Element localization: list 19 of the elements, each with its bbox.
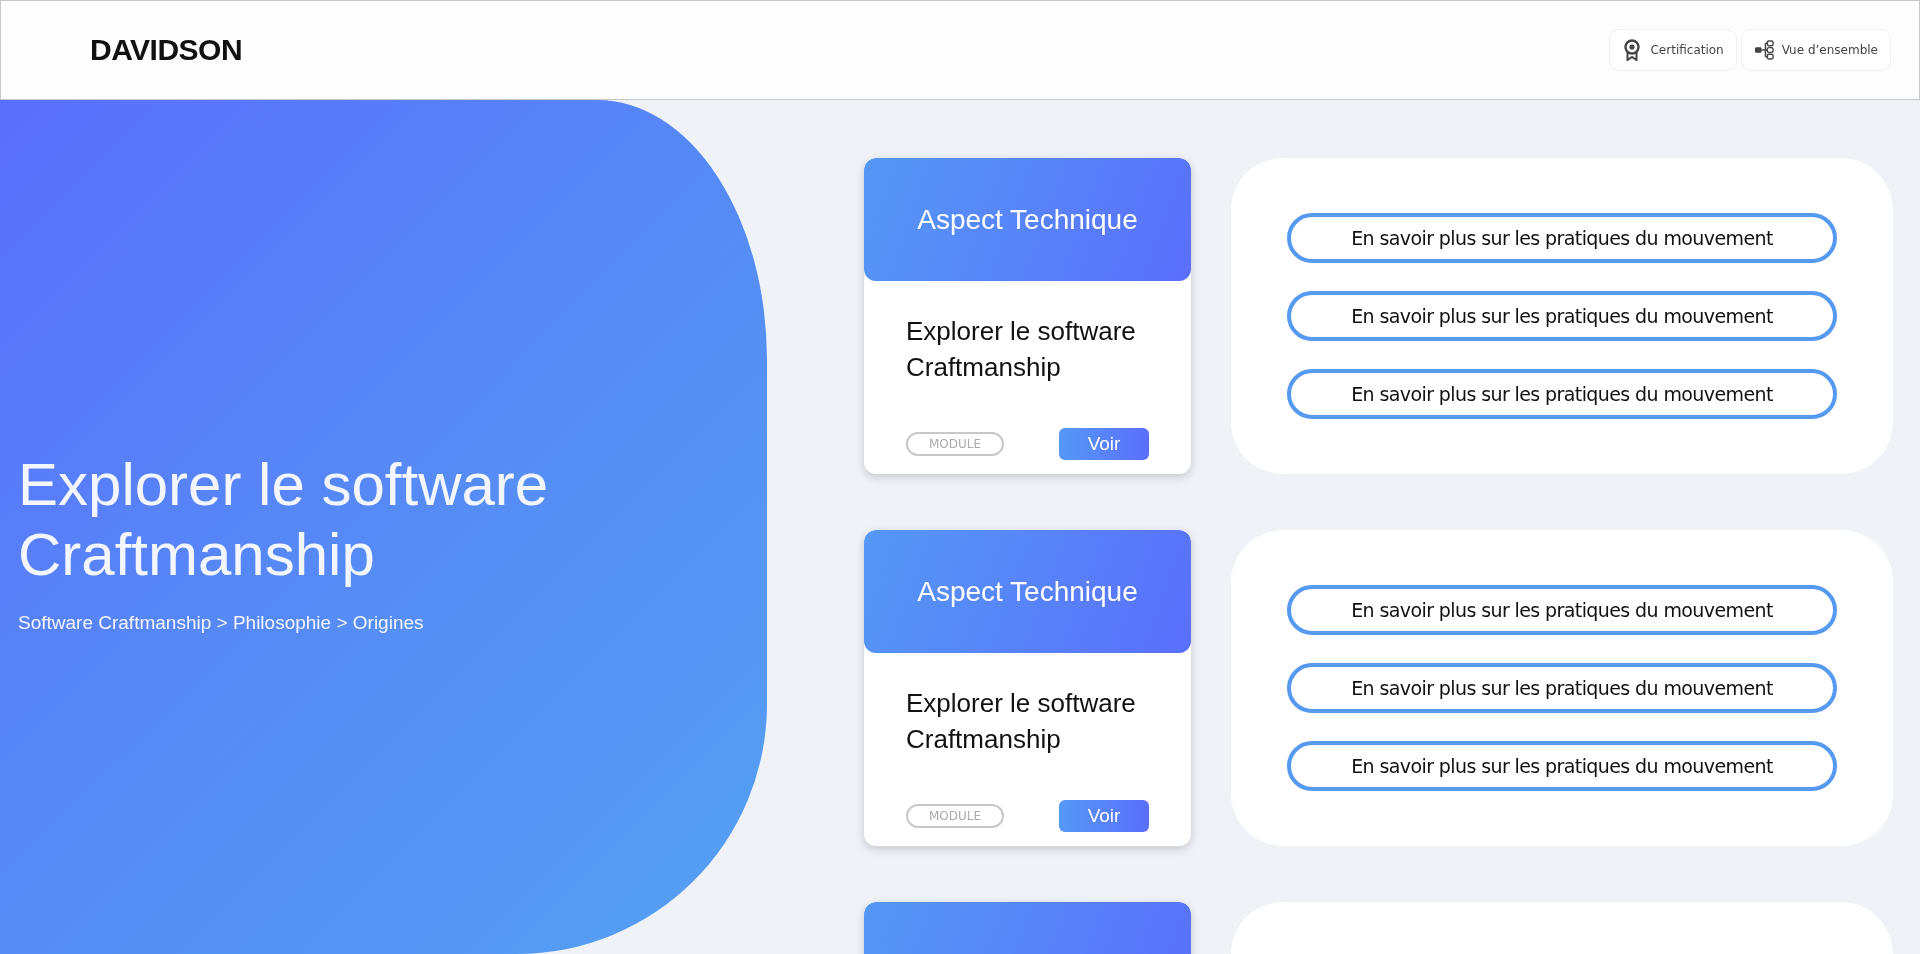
card-title: Explorer le software Craftmanship xyxy=(906,315,1137,384)
page-title: Explorer le software Craftmanship xyxy=(18,450,550,590)
link-button[interactable]: En savoir plus sur les pratiques du mouvement xyxy=(1287,213,1837,263)
award-icon xyxy=(1622,39,1643,61)
nav-button[interactable]: Vue d’ensemble xyxy=(1740,29,1891,71)
nav-button[interactable]: Certification xyxy=(1609,29,1737,71)
module-tag: MODULE xyxy=(906,804,1004,828)
logo: DAVIDSON xyxy=(90,33,243,67)
card-header: Aspect Technique xyxy=(864,158,1191,281)
card-title: Explorer le software Craftmanship xyxy=(906,687,1137,756)
hierarchy-icon xyxy=(1753,39,1774,61)
card-header: Aspect Technique xyxy=(864,530,1191,653)
link-button[interactable]: En savoir plus sur les pratiques du mouvement xyxy=(1287,663,1837,713)
link-button[interactable]: En savoir plus sur les pratiques du mouvement xyxy=(1287,741,1837,791)
link-button[interactable]: En savoir plus sur les pratiques du mouvement xyxy=(1287,291,1837,341)
breadcrumb: Software Craftmanship > Philosophie > Origines xyxy=(18,612,425,634)
link-button[interactable]: En savoir plus sur les pratiques du mouvement xyxy=(1287,585,1837,635)
module-tag: MODULE xyxy=(906,432,1004,456)
link-button[interactable]: En savoir plus sur les pratiques du mouvement xyxy=(1287,369,1837,419)
